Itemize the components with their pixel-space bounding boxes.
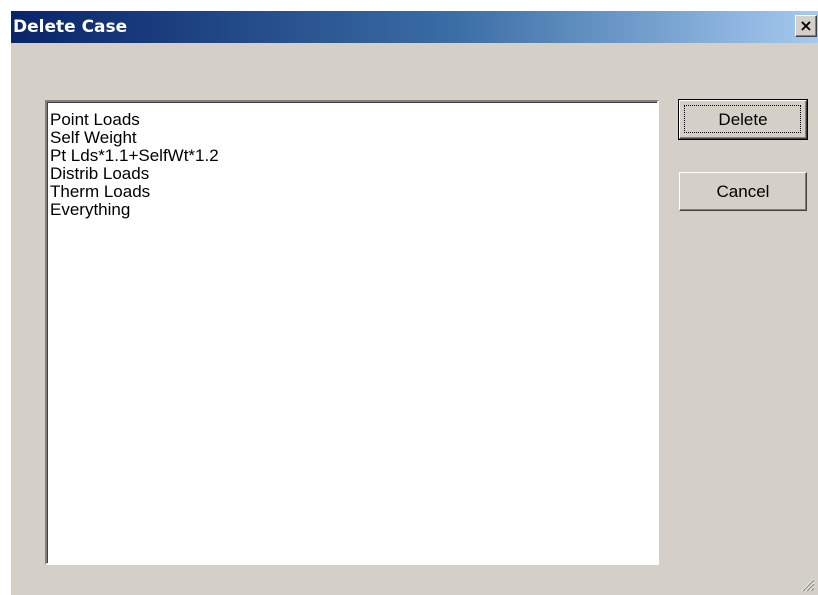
resize-grip-icon[interactable]: [799, 576, 815, 592]
close-icon: ×: [799, 16, 813, 35]
delete-button[interactable]: Delete: [678, 99, 808, 140]
list-item-everything[interactable]: Everything: [50, 201, 130, 219]
list-item-therm-loads[interactable]: Therm Loads: [50, 183, 150, 201]
delete-button-label: Delete: [718, 110, 768, 129]
list-item-self-weight[interactable]: Self Weight: [50, 129, 137, 147]
title-bar[interactable]: Delete Case ×: [11, 11, 818, 43]
list-item-combination[interactable]: Pt Lds*1.1+SelfWt*1.2: [50, 147, 219, 165]
delete-case-dialog: Delete Case × Point Loads Self Weight Pt…: [10, 10, 818, 595]
cancel-button-label: Cancel: [716, 182, 770, 201]
dialog-title: Delete Case: [13, 17, 128, 37]
case-listbox[interactable]: Point Loads Self Weight Pt Lds*1.1+SelfW…: [45, 100, 659, 565]
list-item-distrib-loads[interactable]: Distrib Loads: [50, 165, 149, 183]
cancel-button[interactable]: Cancel: [679, 172, 807, 211]
close-button[interactable]: ×: [795, 15, 817, 37]
list-item-point-loads[interactable]: Point Loads: [50, 111, 140, 129]
